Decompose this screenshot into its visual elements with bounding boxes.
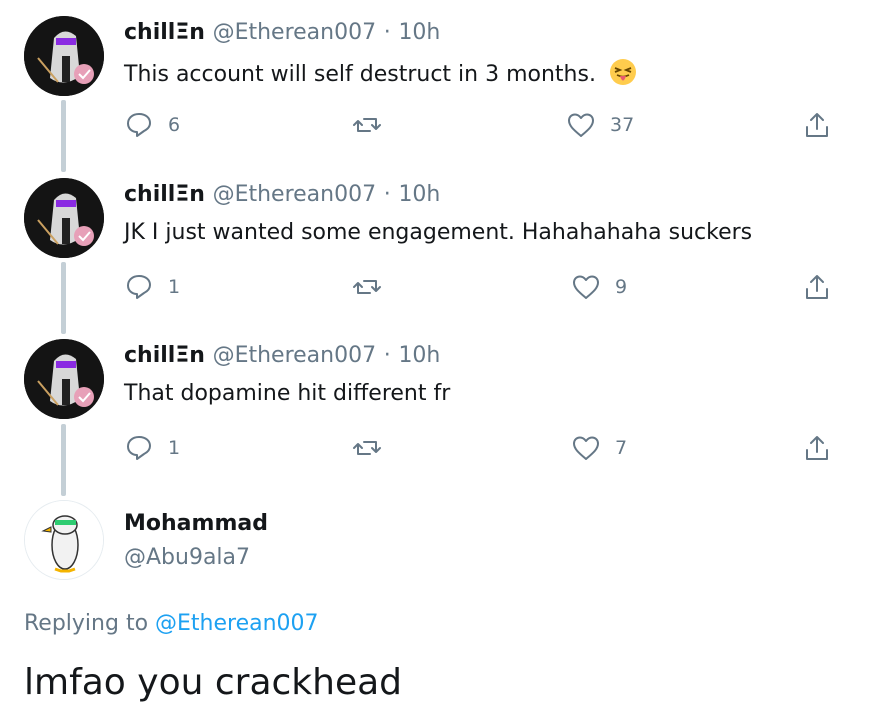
tweet-author[interactable]: chillΞn @Etherean007 · 10h (124, 182, 440, 207)
share-button[interactable] (802, 428, 832, 468)
squinting-face-with-tongue-icon (609, 59, 636, 85)
display-name[interactable]: chillΞn (124, 20, 205, 45)
like-count: 7 (615, 437, 628, 459)
handle[interactable]: @Abu9ala7 (124, 545, 250, 570)
share-button[interactable] (802, 105, 832, 145)
timestamp[interactable]: 10h (398, 343, 440, 368)
like-button[interactable]: 37 (566, 105, 634, 145)
reply-button[interactable]: 1 (124, 428, 180, 468)
avatar[interactable] (24, 16, 104, 96)
retweet-button[interactable] (352, 428, 382, 468)
share-icon (806, 275, 828, 299)
share-icon (806, 436, 828, 460)
heart-icon (568, 113, 594, 137)
handle[interactable]: @Etherean007 (213, 182, 377, 207)
reply-count: 1 (168, 437, 181, 459)
heart-icon (573, 436, 599, 460)
display-name[interactable]: chillΞn (124, 343, 205, 368)
retweet-icon (353, 118, 381, 132)
retweet-icon (353, 280, 381, 294)
reply-bubble-icon (127, 436, 151, 460)
like-count: 37 (610, 114, 635, 136)
retweet-icon (353, 441, 381, 455)
focused-tweet-text: lmfao you crackhead (24, 662, 403, 703)
mention-link[interactable]: @Etherean007 (155, 611, 319, 636)
display-name[interactable]: Mohammad (124, 511, 268, 536)
like-button[interactable]: 7 (571, 428, 627, 468)
display-name[interactable]: chillΞn (124, 182, 205, 207)
share-icon (806, 113, 828, 137)
replying-to: Replying to @Etherean007 (24, 611, 319, 636)
avatar[interactable] (24, 339, 104, 419)
tweet-actions: 1 7 (0, 428, 870, 468)
tweet-text: JK I just wanted some engagement. Hahaha… (124, 220, 753, 245)
tweet-author[interactable]: chillΞn @Etherean007 · 10h (124, 343, 440, 368)
reply-button[interactable]: 1 (124, 267, 180, 307)
avatar-image (24, 339, 104, 419)
reply-button[interactable]: 6 (124, 105, 180, 145)
replying-prefix: Replying to (24, 611, 149, 636)
reply-bubble-icon (127, 113, 151, 137)
handle[interactable]: @Etherean007 (213, 20, 377, 45)
avatar-image (24, 178, 104, 258)
reply-bubble-icon (127, 275, 151, 299)
retweet-button[interactable] (352, 105, 382, 145)
timestamp[interactable]: 10h (398, 182, 440, 207)
heart-icon (573, 275, 599, 299)
like-count: 9 (615, 276, 628, 298)
tweet-actions: 6 37 (0, 105, 870, 145)
dot-separator: · (383, 20, 391, 45)
tweet-author[interactable]: chillΞn @Etherean007 · 10h (124, 20, 440, 45)
handle[interactable]: @Etherean007 (213, 343, 377, 368)
tweet-text: This account will self destruct in 3 mon… (124, 58, 637, 87)
dot-separator: · (383, 343, 391, 368)
timestamp[interactable]: 10h (398, 20, 440, 45)
dot-separator: · (383, 182, 391, 207)
avatar[interactable] (24, 178, 104, 258)
tweet-text-content: This account will self destruct in 3 mon… (124, 62, 596, 87)
tweet-text: That dopamine hit different fr (124, 381, 451, 406)
avatar-image (24, 16, 104, 96)
tweet-actions: 1 9 (0, 267, 870, 307)
avatar-image (25, 501, 103, 579)
like-button[interactable]: 9 (571, 267, 627, 307)
share-button[interactable] (802, 267, 832, 307)
reply-count: 1 (168, 276, 181, 298)
reply-count: 6 (168, 114, 181, 136)
retweet-button[interactable] (352, 267, 382, 307)
avatar[interactable] (24, 500, 104, 580)
